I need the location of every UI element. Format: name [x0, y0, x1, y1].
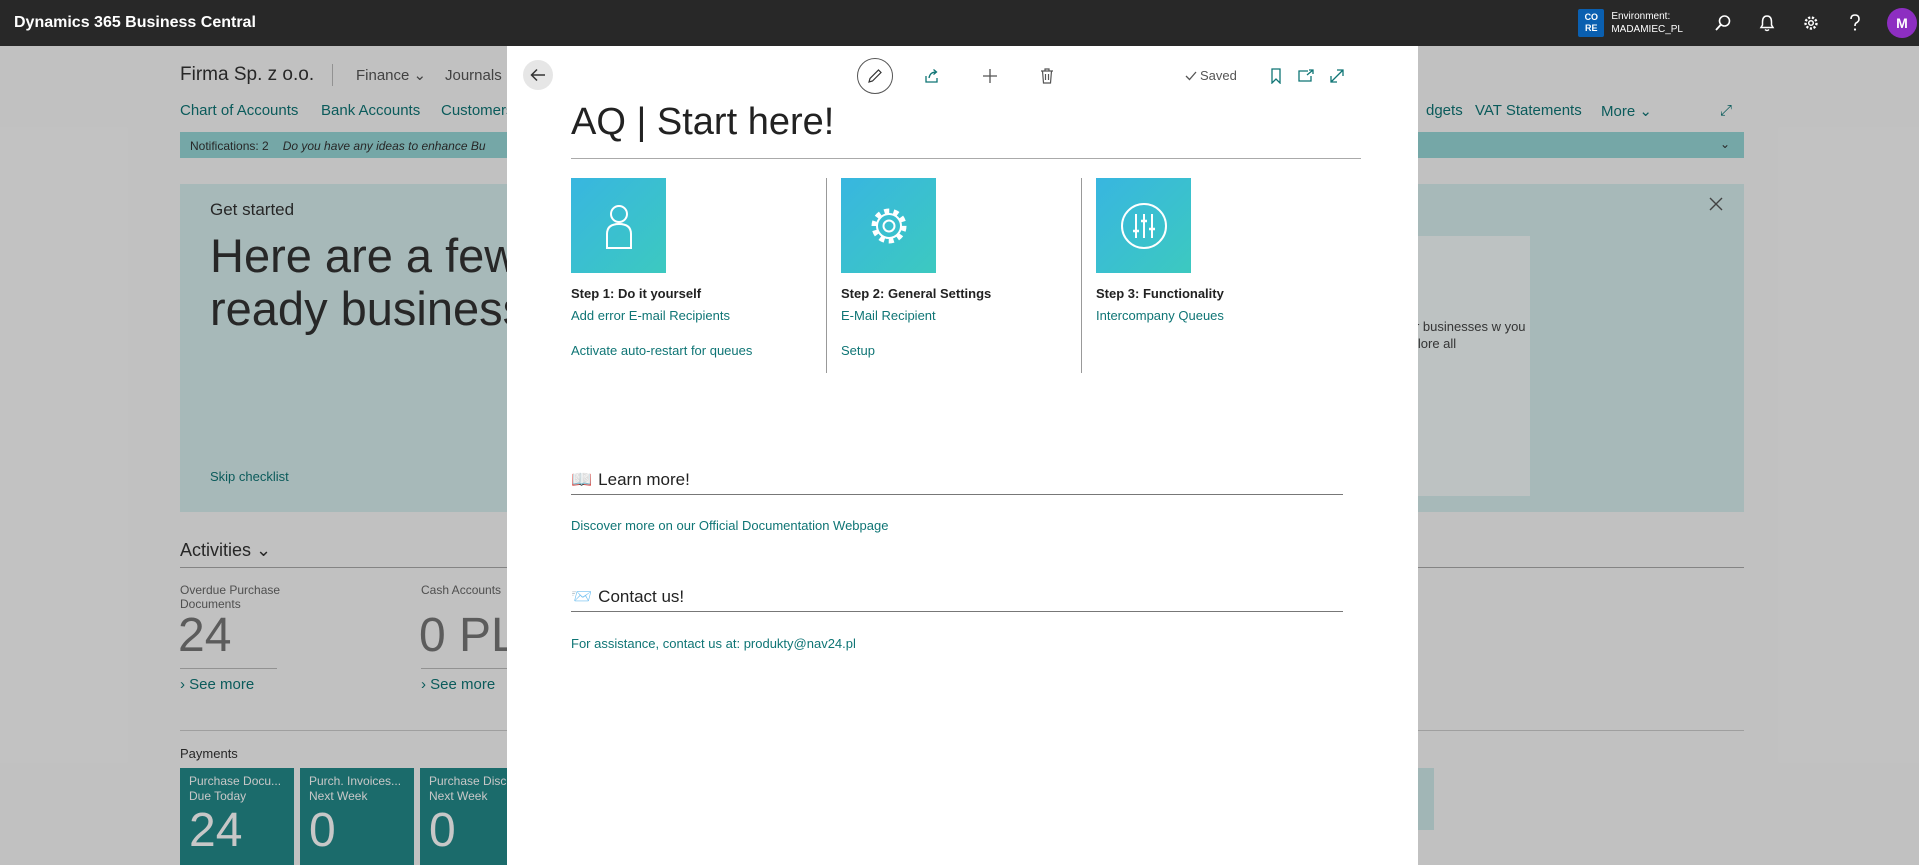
step-1-title: Step 1: Do it yourself	[571, 286, 702, 301]
expand-icon	[1330, 69, 1344, 83]
gear-icon[interactable]	[1789, 0, 1833, 46]
intercompany-queues-link[interactable]: Intercompany Queues	[1096, 308, 1224, 323]
contact-us-heading: 📨 Contact us!	[571, 587, 684, 607]
setup-link[interactable]: Setup	[841, 343, 875, 358]
app-title[interactable]: Dynamics 365 Business Central	[14, 14, 256, 32]
divider	[571, 611, 1343, 612]
book-icon: 📖	[571, 470, 593, 489]
learn-more-title: Learn more!	[598, 470, 690, 489]
open-new-window-button[interactable]	[1293, 63, 1319, 89]
open-new-window-icon	[1298, 69, 1314, 82]
environment-label: Environment:	[1611, 11, 1671, 22]
divider	[826, 178, 827, 373]
bookmark-button[interactable]	[1263, 63, 1289, 89]
delete-button[interactable]	[1034, 63, 1060, 89]
divider	[571, 158, 1361, 159]
environment-name: MADAMIEC_PL	[1611, 24, 1683, 35]
step-2-image	[841, 178, 936, 273]
expand-button[interactable]	[1324, 63, 1350, 89]
avatar[interactable]: M	[1887, 8, 1917, 38]
activate-auto-restart-link[interactable]: Activate auto-restart for queues	[571, 343, 752, 358]
step-2-title: Step 2: General Settings	[841, 286, 992, 301]
arrow-left-icon	[530, 68, 545, 82]
step-1-image	[571, 178, 666, 273]
add-error-email-recipients-link[interactable]: Add error E-mail Recipients	[571, 308, 730, 323]
search-icon[interactable]	[1701, 0, 1745, 46]
bookmark-icon	[1271, 68, 1281, 84]
contact-email-link[interactable]: For assistance, contact us at: produkty@…	[571, 636, 856, 651]
check-icon	[1185, 71, 1197, 80]
divider	[571, 494, 1343, 495]
share-icon	[925, 69, 938, 83]
contact-us-title: Contact us!	[598, 587, 685, 606]
page-title: AQ | Start here!	[571, 101, 835, 143]
start-here-dialog: Saved AQ | Start here! Step 1: Do it you…	[507, 46, 1418, 865]
new-button[interactable]	[977, 63, 1003, 89]
person-icon	[605, 204, 632, 249]
learn-more-heading: 📖 Learn more!	[571, 470, 690, 490]
pencil-icon	[868, 69, 882, 83]
saved-label: Saved	[1200, 68, 1237, 83]
email-recipient-link[interactable]: E-Mail Recipient	[841, 308, 936, 323]
step-3-image	[1096, 178, 1191, 273]
bell-icon[interactable]	[1745, 0, 1789, 46]
environment-info[interactable]: Environment: MADAMIEC_PL	[1611, 10, 1683, 36]
step-3-title: Step 3: Functionality	[1096, 286, 1224, 301]
help-icon[interactable]	[1833, 0, 1877, 46]
back-button[interactable]	[523, 60, 553, 90]
sliders-icon	[1120, 202, 1167, 249]
trash-icon	[1041, 68, 1053, 84]
environment-badge[interactable]: CO RE	[1578, 9, 1605, 37]
saved-status: Saved	[1185, 68, 1237, 83]
app-bar: Dynamics 365 Business Central CO RE Envi…	[0, 0, 1919, 46]
app-bar-right: CO RE Environment: MADAMIEC_PL M	[1578, 0, 1919, 46]
gear-icon	[871, 208, 906, 243]
mailbox-icon: 📨	[571, 587, 593, 606]
documentation-link[interactable]: Discover more on our Official Documentat…	[571, 518, 888, 533]
divider	[1081, 178, 1082, 373]
plus-icon	[983, 69, 997, 83]
share-button[interactable]	[919, 63, 945, 89]
edit-button[interactable]	[857, 58, 893, 94]
